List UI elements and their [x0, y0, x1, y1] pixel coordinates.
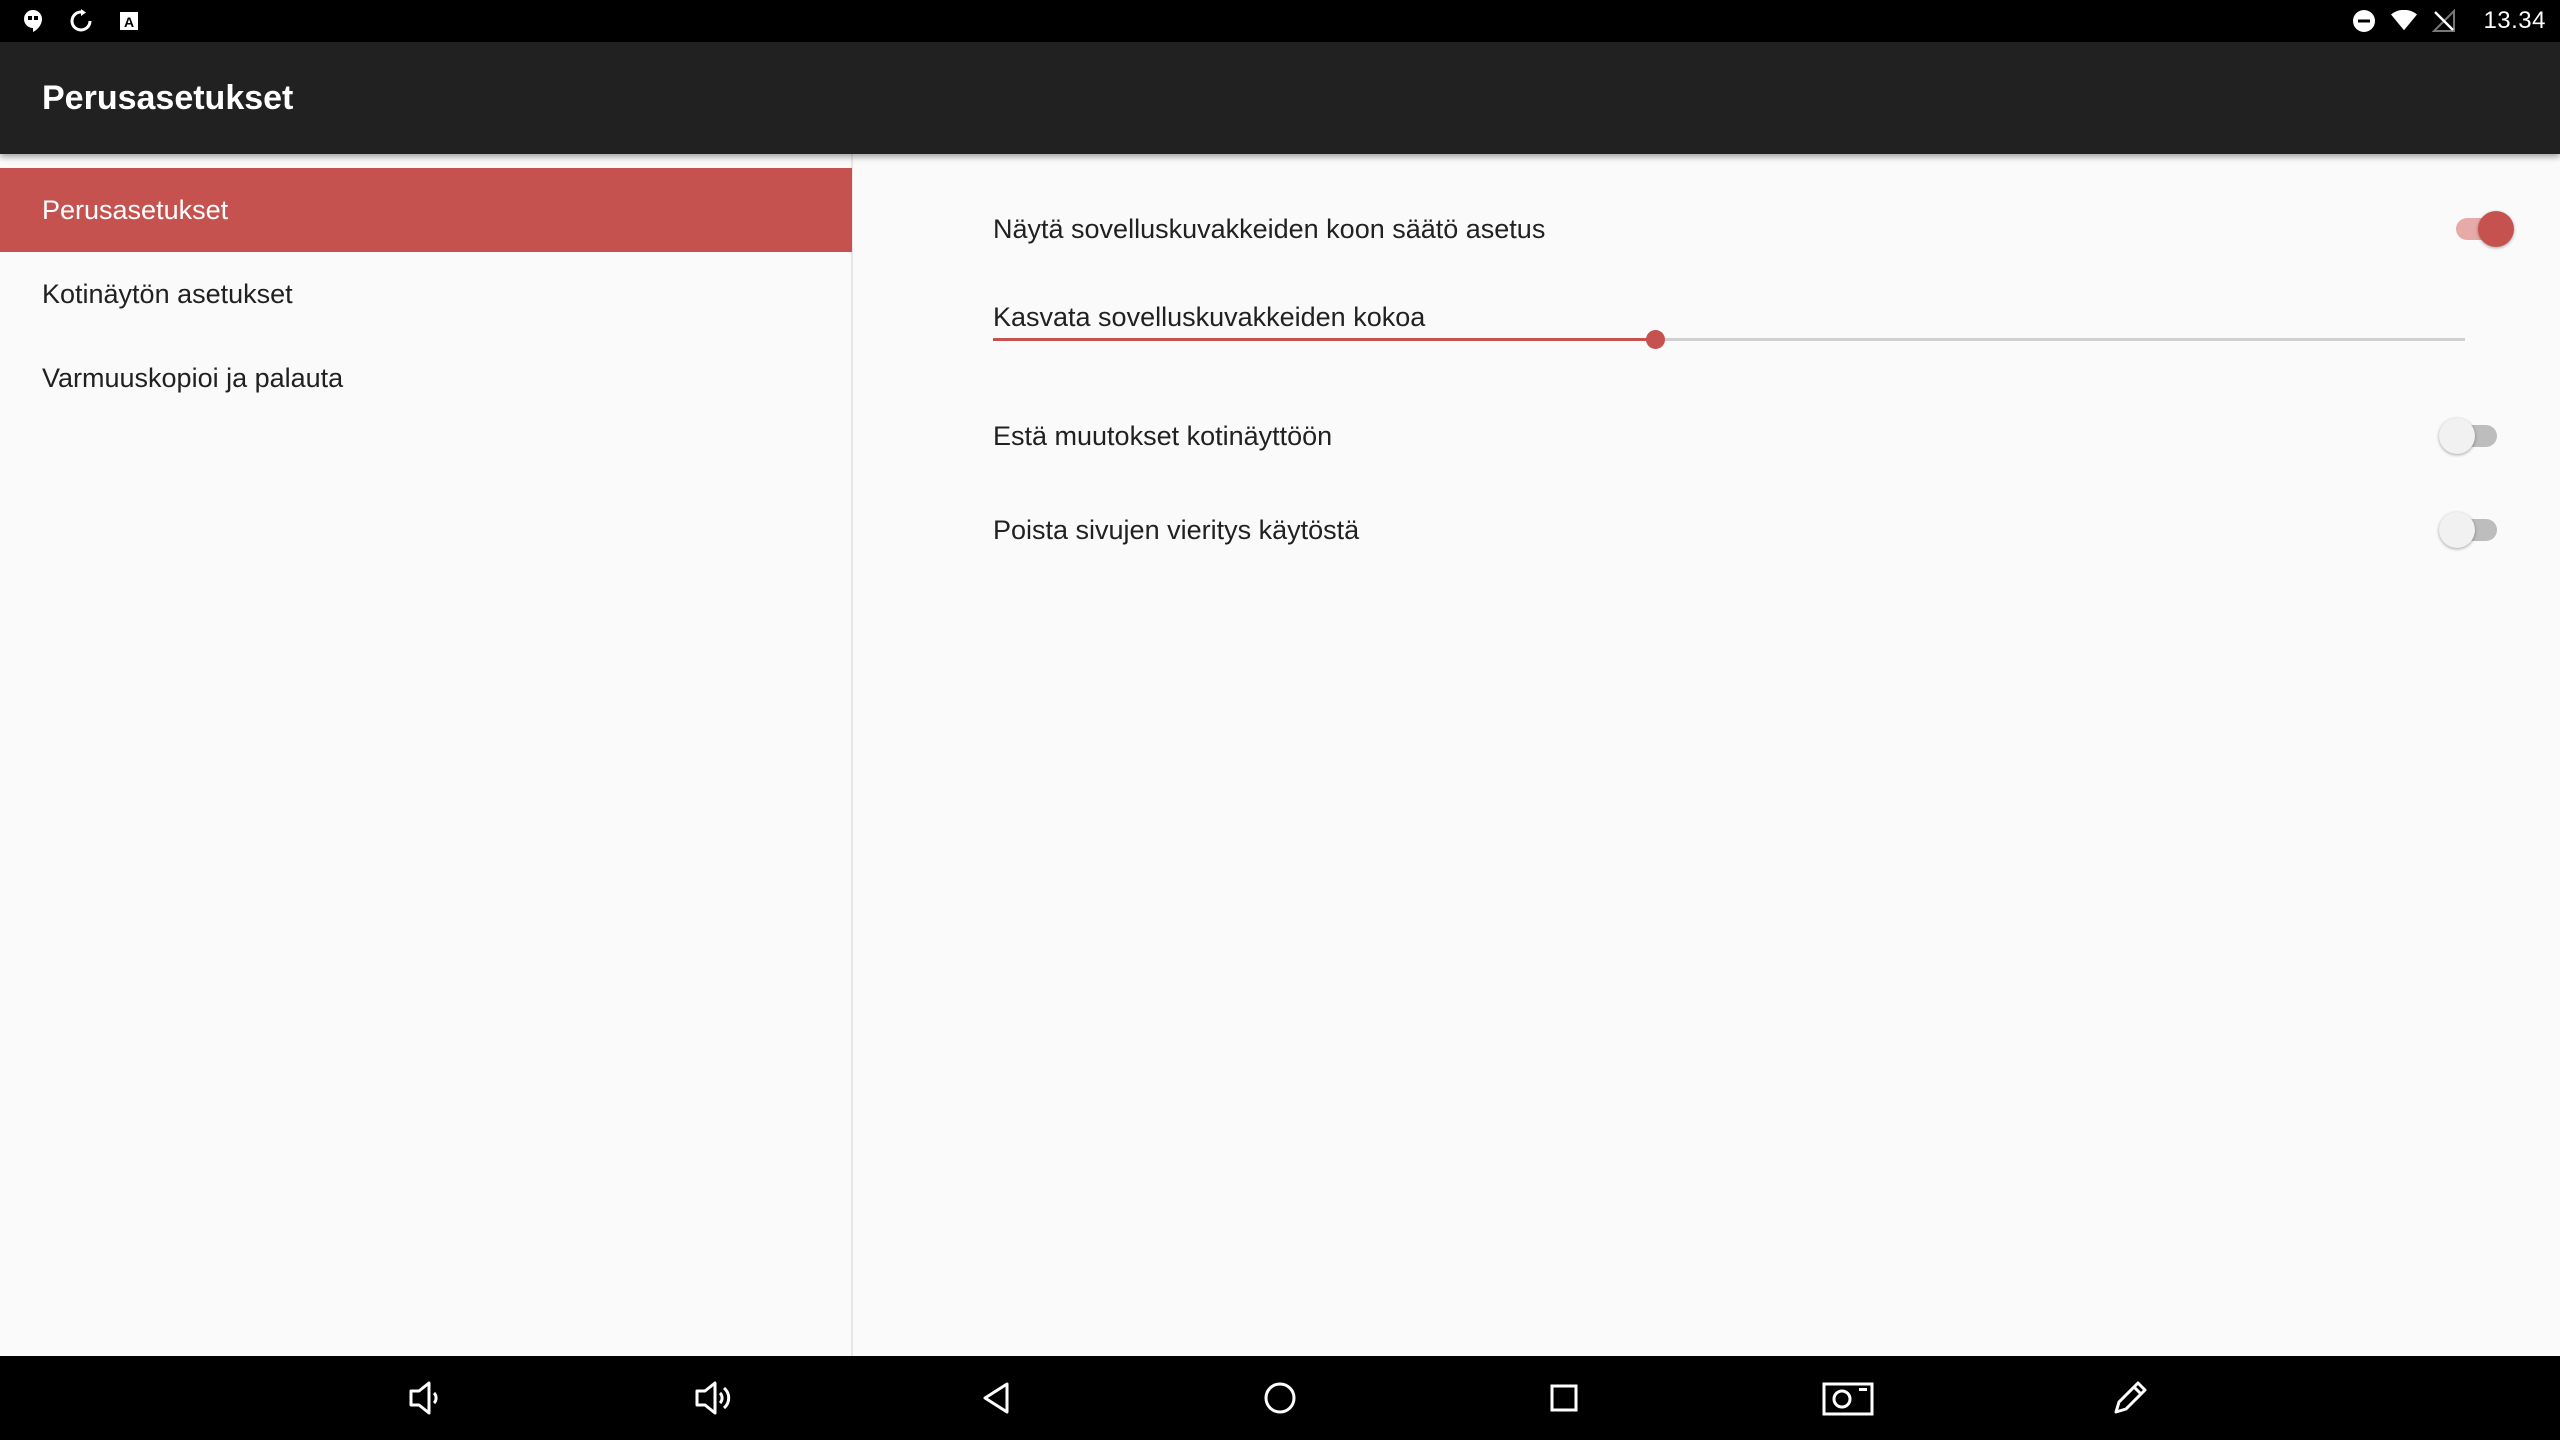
sync-icon	[68, 8, 94, 34]
app-bar: Perusasetukset	[0, 42, 2560, 154]
settings-sidebar: Perusasetukset Kotinäytön asetukset Varm…	[0, 154, 853, 1356]
slider-fill	[993, 338, 1656, 341]
show-icon-size-switch[interactable]	[2452, 209, 2514, 249]
recents-icon[interactable]	[1534, 1368, 1594, 1428]
lock-home-switch[interactable]	[2439, 416, 2501, 456]
disable-scroll-label: Poista sivujen vieritys käytöstä	[993, 515, 1360, 545]
wifi-icon	[2391, 8, 2418, 34]
status-time: 13.34	[2483, 7, 2546, 34]
disable-scroll-switch[interactable]	[2439, 510, 2501, 550]
sidebar-item-backup-restore[interactable]: Varmuuskopioi ja palauta	[0, 336, 852, 420]
switch-thumb	[2439, 512, 2475, 548]
sidebar-item-basic-settings[interactable]: Perusasetukset	[0, 168, 852, 252]
text-a-icon: A	[116, 8, 142, 34]
slider-knob[interactable]	[1646, 330, 1666, 349]
status-bar: A 13.34	[0, 0, 2560, 42]
edit-icon[interactable]	[2100, 1368, 2160, 1428]
lock-home-label: Estä muutokset kotinäyttöön	[993, 421, 1333, 451]
no-signal-icon	[2431, 8, 2457, 34]
do-not-disturb-icon	[2351, 8, 2377, 34]
page-title: Perusasetukset	[42, 79, 294, 117]
volume-down-icon[interactable]	[395, 1368, 455, 1428]
home-icon[interactable]	[1250, 1368, 1310, 1428]
settings-content: Näytä sovelluskuvakkeiden koon säätö ase…	[855, 154, 2560, 1356]
navigation-bar	[0, 1356, 2560, 1440]
switch-thumb	[2478, 211, 2514, 247]
sidebar-item-home-screen-settings[interactable]: Kotinäytön asetukset	[0, 252, 852, 336]
screenshot-icon[interactable]	[1818, 1368, 1878, 1428]
hangouts-icon	[20, 8, 46, 34]
volume-up-icon[interactable]	[683, 1368, 743, 1428]
svg-text:A: A	[124, 14, 134, 30]
switch-thumb	[2439, 418, 2475, 454]
icon-size-slider[interactable]	[993, 324, 2465, 354]
show-icon-size-label: Näytä sovelluskuvakkeiden koon säätö ase…	[993, 214, 1546, 244]
back-icon[interactable]	[967, 1368, 1027, 1428]
